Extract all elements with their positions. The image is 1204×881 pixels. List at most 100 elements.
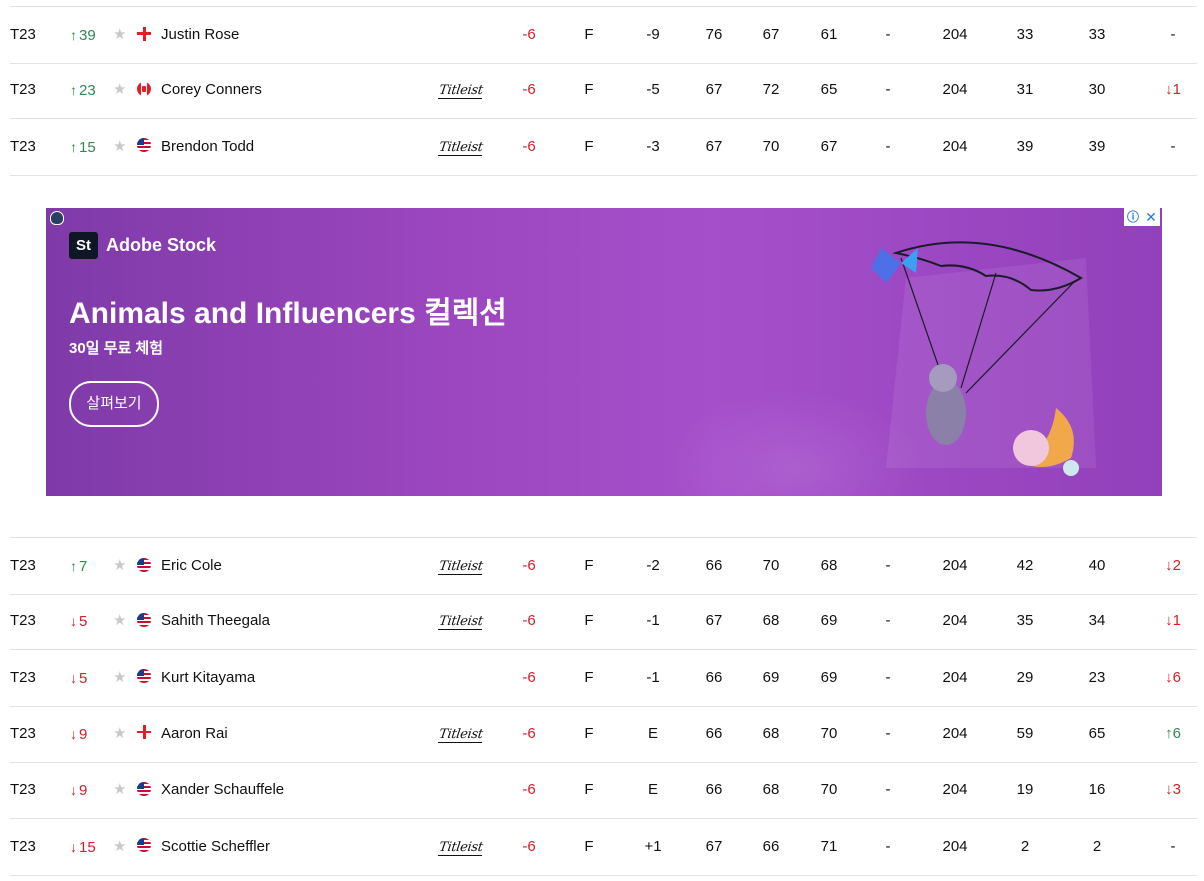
- player-name-link[interactable]: Sahith Theegala: [161, 593, 270, 649]
- round-1-score: 76: [705, 26, 723, 43]
- favorite-star-icon[interactable]: ★: [113, 119, 126, 175]
- table-row[interactable]: T23 ↑ 23 ★ Corey Conners Titleist -6 F -5 67 72 65 -…: [10, 62, 1197, 120]
- table-row[interactable]: T23 ↑ 15 ★ Brendon Todd Titleist -6 F -3 67 70 67 - 2…: [10, 119, 1197, 176]
- flag-cell: [137, 819, 151, 875]
- thru: F: [584, 81, 594, 99]
- round-1-score: 66: [705, 781, 723, 799]
- arrow-down-icon: ↓: [1165, 557, 1173, 574]
- favorite-star-icon[interactable]: ★: [113, 62, 126, 118]
- round-2-score: 68: [762, 781, 780, 799]
- flag-cell: [137, 119, 151, 175]
- total-strokes: 204: [942, 26, 968, 43]
- starting-rank: 40: [1088, 557, 1106, 574]
- table-row[interactable]: T23 ↓ 9 ★ Aaron Rai Titleist -6 F E 66 68 70 - 204 59 6…: [10, 706, 1197, 763]
- fedex-change: -: [1170, 837, 1176, 855]
- position-cell: T23: [10, 781, 36, 799]
- position-cell: T23: [10, 612, 36, 630]
- favorite-star-icon[interactable]: ★: [113, 593, 126, 649]
- movement-value: 9: [79, 782, 88, 800]
- player-name-link[interactable]: Justin Rose: [161, 7, 239, 63]
- starting-rank: 30: [1088, 81, 1106, 99]
- table-row[interactable]: T23 ↓ 15 ★ Scottie Scheffler Titleist -6 F +1 67 6…: [10, 819, 1197, 876]
- favorite-star-icon[interactable]: ★: [113, 7, 126, 63]
- player-name-link[interactable]: Corey Conners: [161, 62, 262, 118]
- ad-banner[interactable]: ⓘ ✕ St Adobe Stock Animals and Influence…: [46, 208, 1162, 496]
- thru: F: [584, 137, 594, 155]
- movement-cell: ↑ 23: [70, 62, 96, 118]
- thru: F: [584, 781, 594, 799]
- usa-flag-icon: [137, 781, 151, 796]
- favorite-star-icon[interactable]: ★: [113, 819, 126, 875]
- player-name-link[interactable]: Scottie Scheffler: [161, 819, 270, 875]
- table-row[interactable]: T23 ↓ 5 ★ Kurt Kitayama -6 F -1 66 69 69-204 29 23 ↓6: [10, 650, 1197, 707]
- total-score: -6: [522, 837, 536, 855]
- arrow-up-icon: ↑: [70, 82, 77, 99]
- ad-privacy-icon[interactable]: [50, 211, 64, 225]
- player-name-link[interactable]: Xander Schauffele: [161, 762, 284, 818]
- movement-cell: ↑ 15: [70, 119, 96, 175]
- usa-flag-icon: [137, 669, 151, 684]
- total-strokes: 204: [942, 781, 968, 799]
- round-2-score: 67: [762, 26, 780, 43]
- projected-rank: 39: [1016, 137, 1034, 155]
- flag-cell: [137, 762, 151, 818]
- ad-illustration: [871, 241, 1096, 476]
- today-score: E: [647, 724, 658, 742]
- total-score: -6: [522, 781, 536, 799]
- favorite-star-icon[interactable]: ★: [113, 706, 126, 762]
- usa-flag-icon: [137, 138, 151, 153]
- round-4-score: -: [885, 26, 891, 43]
- round-4-score: -: [885, 81, 891, 99]
- fedex-change: ↓1: [1143, 593, 1203, 649]
- round-2-score: 66: [762, 837, 780, 855]
- player-name-link[interactable]: Kurt Kitayama: [161, 650, 255, 706]
- arrow-up-icon: ↑: [70, 138, 77, 155]
- player-name-link[interactable]: Eric Cole: [161, 538, 222, 594]
- ad-subline: 30일 무료 체험: [69, 340, 164, 357]
- arrow-up-icon: ↑: [70, 27, 77, 43]
- ad-cta-button[interactable]: 살펴보기: [69, 381, 159, 427]
- arrow-down-icon: ↓: [1165, 612, 1173, 630]
- movement-value: 23: [79, 82, 96, 100]
- total-score: -6: [522, 26, 536, 43]
- favorite-star-icon[interactable]: ★: [113, 650, 126, 706]
- round-2-score: 68: [762, 724, 780, 742]
- england-flag-icon: [137, 26, 151, 41]
- table-row[interactable]: T23 ↑ 39 ★ Justin Rose -6 F -9 76 67 61 - 204 33 33 -: [10, 6, 1197, 64]
- total-strokes: 204: [942, 724, 968, 742]
- table-row[interactable]: T23 ↓ 5 ★ Sahith Theegala Titleist -6 F -1 67 68 69…: [10, 593, 1197, 651]
- projected-rank: 2: [1020, 837, 1030, 855]
- usa-flag-icon: [137, 838, 151, 853]
- table-row[interactable]: T23 ↑ 7 ★ Eric Cole Titleist -6 F -2 66 70 68 - 204 42…: [10, 537, 1197, 595]
- player-name-link[interactable]: Aaron Rai: [161, 706, 228, 762]
- thru: F: [584, 612, 594, 630]
- adobe-stock-logo: St: [69, 232, 98, 259]
- round-4-score: -: [885, 668, 891, 686]
- total-score: -6: [522, 612, 536, 630]
- position-cell: T23: [10, 668, 36, 686]
- movement-cell: ↑ 7: [70, 538, 87, 594]
- movement-cell: ↓ 9: [70, 706, 87, 762]
- today-score: -5: [646, 81, 660, 99]
- favorite-star-icon[interactable]: ★: [113, 538, 126, 594]
- movement-value: 7: [79, 558, 88, 575]
- fedex-change-value: 3: [1172, 781, 1181, 799]
- movement-value: 9: [79, 725, 88, 743]
- starting-rank: 16: [1088, 781, 1106, 799]
- round-4-score: -: [885, 724, 891, 742]
- arrow-up-icon: ↑: [1165, 724, 1173, 742]
- today-score: -9: [646, 26, 660, 43]
- total-strokes: 204: [942, 137, 968, 155]
- round-3-score: 61: [820, 26, 838, 43]
- starting-rank: 23: [1088, 668, 1106, 686]
- round-3-score: 65: [820, 81, 838, 99]
- player-name-link[interactable]: Brendon Todd: [161, 119, 254, 175]
- titleist-logo: Titleist: [437, 839, 484, 856]
- starting-rank: 33: [1088, 26, 1106, 43]
- favorite-star-icon[interactable]: ★: [113, 762, 126, 818]
- fedex-change: ↓2: [1143, 538, 1203, 594]
- projected-rank: 33: [1016, 26, 1034, 43]
- sponsor-logo-cell: Titleist: [437, 538, 484, 594]
- table-row[interactable]: T23 ↓ 9 ★ Xander Schauffele -6 F E 66 68 70-204 19 1…: [10, 762, 1197, 820]
- arrow-down-icon: ↓: [70, 725, 77, 742]
